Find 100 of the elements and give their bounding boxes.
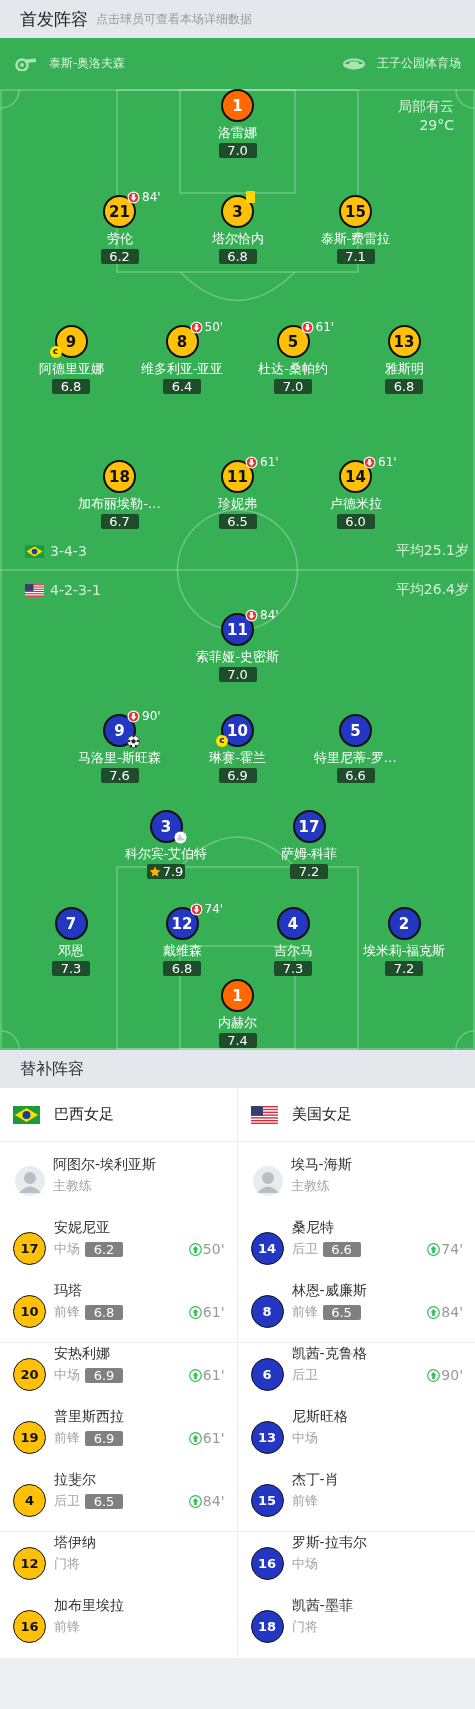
- coach-role: 主教练: [53, 1177, 93, 1195]
- section-title: 替补阵容: [20, 1058, 84, 1080]
- substitution-off-icon: [363, 455, 376, 469]
- coach-name[interactable]: 阿图尔-埃利亚斯: [53, 1154, 157, 1174]
- player-name: 埃米莉-福克斯: [362, 942, 446, 959]
- coach-name[interactable]: 埃马-海斯: [290, 1154, 352, 1174]
- player-name[interactable]: 普里斯西拉: [54, 1406, 124, 1426]
- player-rating: 6.8: [171, 961, 193, 976]
- player-rating: 7.3: [282, 961, 304, 976]
- player-name: 洛雷娜: [218, 124, 257, 141]
- player-name[interactable]: 罗斯-拉韦尔: [291, 1532, 367, 1552]
- referee-name: 泰斯-奥洛夫森: [49, 55, 126, 72]
- player-number[interactable]: 18: [103, 460, 136, 493]
- player-number[interactable]: 21: [103, 195, 136, 228]
- player-number[interactable]: 15: [250, 1484, 284, 1517]
- player-rating: 6.0: [345, 514, 366, 529]
- player-name: 塔尔恰内: [211, 230, 264, 247]
- player-rating: 7.0: [227, 143, 248, 158]
- captain-badge: c: [49, 346, 62, 358]
- player-number[interactable]: 7: [54, 907, 88, 940]
- player-number[interactable]: 14: [250, 1232, 284, 1265]
- coach-role: 主教练: [290, 1177, 331, 1195]
- player-number[interactable]: 4: [13, 1484, 46, 1517]
- player-name[interactable]: 林恩-威廉斯: [291, 1280, 367, 1300]
- player-name: 加布丽埃勒-…: [78, 495, 161, 512]
- substitution-minute: 84': [142, 190, 161, 204]
- substitution-off-icon: [127, 709, 140, 723]
- player-position: 后卫: [291, 1240, 318, 1258]
- flag-icon: [25, 583, 44, 597]
- player-name: 维多利亚-亚亚: [140, 360, 224, 377]
- player-rating: 6.8: [227, 249, 248, 264]
- substitution-on-icon: [427, 1305, 441, 1319]
- flag-icon: [13, 1105, 40, 1124]
- substitution-minute: 74': [204, 902, 224, 916]
- player-rating: 6.8: [393, 379, 415, 394]
- player-number[interactable]: 12: [13, 1547, 46, 1580]
- player-number[interactable]: 12: [165, 907, 199, 940]
- player-name[interactable]: 桑尼特: [291, 1217, 361, 1237]
- player-number[interactable]: 6: [250, 1358, 284, 1391]
- player-position: 门将: [54, 1555, 80, 1573]
- player-name[interactable]: 加布里埃拉: [54, 1595, 124, 1615]
- player-rating: 7.1: [345, 249, 366, 264]
- weather-text: 局部有云: [398, 97, 454, 116]
- player-position: 前锋: [54, 1303, 80, 1321]
- substitution-on-icon: [427, 1368, 441, 1382]
- player-name[interactable]: 拉斐尔: [54, 1469, 123, 1489]
- player-rating: 6.5: [85, 1493, 123, 1509]
- player-number[interactable]: 17: [13, 1232, 46, 1265]
- player-name[interactable]: 杰丁-肖: [291, 1469, 339, 1489]
- player-rating: 7.3: [60, 961, 82, 976]
- player-name[interactable]: 塔伊纳: [54, 1532, 96, 1552]
- whistle-icon: [15, 56, 37, 71]
- substitution-on-icon: [188, 1431, 202, 1445]
- player-number[interactable]: 3: [221, 195, 254, 228]
- player-rating: 7.0: [227, 667, 248, 682]
- player-number[interactable]: 20: [13, 1358, 46, 1391]
- player-number[interactable]: 13: [250, 1421, 284, 1454]
- substitution-minute: 50': [204, 320, 224, 334]
- substitution-minute: 61': [202, 1367, 225, 1383]
- player-rating: 7.9: [162, 864, 184, 879]
- substitution-off-icon: [300, 320, 314, 334]
- player-rating: 6.7: [109, 514, 130, 529]
- player-number[interactable]: 5: [276, 325, 310, 358]
- player-number[interactable]: 10: [13, 1295, 46, 1328]
- player-number[interactable]: 17: [292, 810, 326, 843]
- player-number[interactable]: 8: [165, 325, 199, 358]
- player-name[interactable]: 凯茜-墨菲: [291, 1595, 353, 1615]
- player-number[interactable]: 4: [276, 907, 310, 940]
- team-name: 美国女足: [291, 1105, 352, 1124]
- player-rating: 6.8: [85, 1304, 123, 1320]
- player-number[interactable]: 11: [221, 613, 254, 646]
- player-number[interactable]: 8: [250, 1295, 284, 1328]
- player-number[interactable]: 3: [149, 810, 183, 843]
- player-number[interactable]: 15: [339, 195, 372, 228]
- player-number[interactable]: 2: [387, 907, 421, 940]
- player-position: 前锋: [291, 1492, 318, 1510]
- average-age: 平均25.1岁: [395, 542, 469, 560]
- player-number[interactable]: 11: [221, 460, 254, 493]
- player-number[interactable]: 16: [250, 1547, 284, 1580]
- player-number[interactable]: 19: [13, 1421, 46, 1454]
- player-number[interactable]: 14: [339, 460, 372, 493]
- player-name: 杜达-桑帕约: [258, 360, 328, 377]
- player-number[interactable]: 16: [13, 1610, 46, 1643]
- player-number[interactable]: 18: [250, 1610, 284, 1643]
- player-number[interactable]: 13: [387, 325, 421, 358]
- player-rating: 6.2: [109, 249, 130, 264]
- player-name[interactable]: 安热利娜: [54, 1343, 123, 1363]
- player-name[interactable]: 安妮尼亚: [54, 1217, 123, 1237]
- player-name[interactable]: 凯茜-克鲁格: [291, 1343, 367, 1363]
- substitution-minute: 61': [260, 455, 279, 469]
- substitution-on-icon: [188, 1494, 202, 1508]
- substitution-on-icon: [188, 1242, 202, 1256]
- substitution-on-icon: [188, 1368, 202, 1382]
- captain-badge: c: [216, 735, 228, 747]
- player-number[interactable]: 5: [339, 714, 372, 747]
- player-name: 内赫尔: [218, 1014, 257, 1031]
- player-name[interactable]: 尼斯旺格: [291, 1406, 348, 1426]
- player-name: 阿德里亚娜: [38, 360, 104, 377]
- player-rating: 6.8: [60, 379, 82, 394]
- player-name[interactable]: 玛塔: [54, 1280, 123, 1300]
